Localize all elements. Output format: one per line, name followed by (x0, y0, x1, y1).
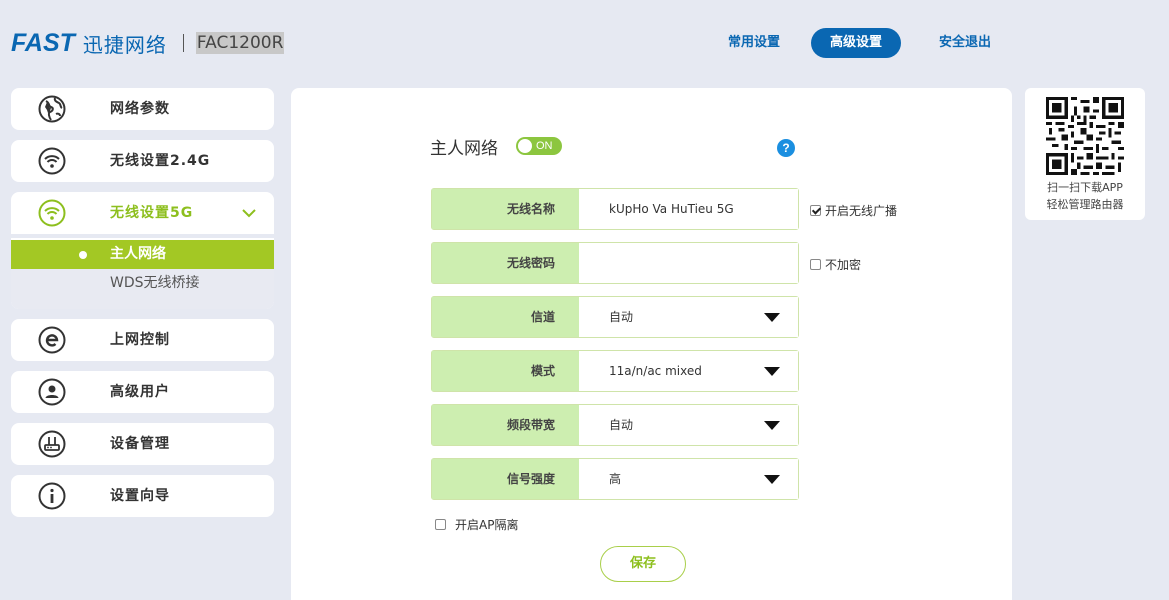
submenu-item-host-network[interactable]: 主人网络 (11, 240, 274, 269)
wifi-icon (38, 199, 66, 227)
sidebar-item-wireless-24g[interactable]: 无线设置2.4G (11, 140, 274, 182)
internet-explorer-icon (38, 326, 66, 354)
broadcast-checkbox[interactable] (810, 205, 821, 216)
field-label: 信号强度 (432, 459, 579, 499)
globe-icon (38, 95, 66, 123)
submenu-item-wds-bridge[interactable]: WDS无线桥接 (11, 269, 274, 309)
password-input[interactable] (579, 243, 798, 283)
model-name: FAC1200R (195, 32, 285, 54)
ap-isolation-checkbox[interactable] (435, 519, 446, 530)
header: FAST 迅捷网络 FAC1200R 常用设置 高级设置 安全退出 (0, 0, 1169, 88)
logo-separator (182, 34, 184, 52)
checkbox-label: 开启AP隔离 (455, 518, 519, 532)
sidebar-item-setup-wizard[interactable]: 设置向导 (11, 475, 274, 517)
toggle-knob (518, 139, 532, 153)
checkbox-label: 不加密 (825, 258, 862, 272)
page-title: 主人网络 (430, 139, 498, 159)
field-label: 频段带宽 (432, 405, 579, 445)
sidebar-item-wireless-5g[interactable]: 无线设置5G (11, 192, 274, 234)
field-label: 模式 (432, 351, 579, 391)
sidebar-item-label: 设置向导 (110, 488, 170, 504)
dropdown-caret-icon[interactable] (764, 313, 780, 322)
checkbox-label: 开启无线广播 (825, 204, 898, 218)
mode-row: 模式 11a/n/ac mixed (431, 350, 799, 392)
broadcast-checkbox-wrap[interactable]: 开启无线广播 (810, 202, 897, 219)
sidebar-item-label: 无线设置5G (110, 205, 194, 221)
sidebar-item-device-management[interactable]: 设备管理 (11, 423, 274, 465)
host-network-toggle[interactable]: ON (516, 137, 562, 155)
router-icon (38, 430, 66, 458)
dropdown-caret-icon[interactable] (764, 475, 780, 484)
password-row: 无线密码 (431, 242, 799, 284)
active-dot (79, 251, 87, 259)
sidebar-item-label: 无线设置2.4G (110, 153, 211, 169)
bandwidth-row: 频段带宽 自动 (431, 404, 799, 446)
ssid-input[interactable] (579, 189, 798, 229)
qr-code-icon (1046, 97, 1124, 175)
main-panel: 主人网络 ON ? 无线名称 开启无线广播 无线密码 不加密 信道 自动 模式 … (291, 88, 1012, 600)
qr-panel: 扫一扫下载APP 轻松管理路由器 (1025, 88, 1145, 220)
user-icon (38, 378, 66, 406)
toggle-label: ON (536, 140, 553, 152)
channel-row: 信道 自动 (431, 296, 799, 338)
field-label: 信道 (432, 297, 579, 337)
logo-cn: 迅捷网络 (82, 32, 167, 57)
chevron-down-icon[interactable] (242, 206, 256, 220)
ssid-row: 无线名称 (431, 188, 799, 230)
nav-logout[interactable]: 安全退出 (925, 28, 1005, 58)
sidebar-item-network-params[interactable]: 网络参数 (11, 88, 274, 130)
sidebar-item-label: 网络参数 (110, 101, 170, 117)
no-encrypt-checkbox[interactable] (810, 259, 821, 270)
logo-brand: FAST (11, 28, 75, 57)
sidebar-item-advanced-user[interactable]: 高级用户 (11, 371, 274, 413)
dropdown-caret-icon[interactable] (764, 367, 780, 376)
field-label: 无线名称 (432, 189, 579, 229)
save-button[interactable]: 保存 (600, 546, 686, 582)
nav-common-settings[interactable]: 常用设置 (714, 28, 794, 58)
sidebar-item-label: 设备管理 (110, 436, 170, 452)
qr-caption-line1: 扫一扫下载APP (1047, 181, 1123, 194)
submenu-wireless-5g: 主人网络 WDS无线桥接 (11, 238, 274, 309)
qr-caption-line2: 轻松管理路由器 (1046, 198, 1124, 211)
ap-isolation-checkbox-wrap[interactable]: 开启AP隔离 (435, 516, 518, 533)
sidebar-item-label: 上网控制 (110, 332, 170, 348)
wifi-icon (38, 147, 66, 175)
signal-strength-row: 信号强度 高 (431, 458, 799, 500)
qr-caption: 扫一扫下载APP 轻松管理路由器 (1025, 179, 1145, 213)
info-icon (38, 482, 66, 510)
no-encrypt-checkbox-wrap[interactable]: 不加密 (810, 256, 861, 273)
sidebar-item-internet-control[interactable]: 上网控制 (11, 319, 274, 361)
logo: FAST 迅捷网络 FAC1200R (11, 28, 285, 57)
nav-advanced-settings[interactable]: 高级设置 (811, 28, 901, 58)
dropdown-caret-icon[interactable] (764, 421, 780, 430)
submenu-item-label: WDS无线桥接 (110, 275, 200, 291)
submenu-item-label: 主人网络 (110, 246, 166, 262)
field-label: 无线密码 (432, 243, 579, 283)
sidebar-item-label: 高级用户 (110, 384, 170, 400)
help-icon[interactable]: ? (777, 139, 795, 157)
